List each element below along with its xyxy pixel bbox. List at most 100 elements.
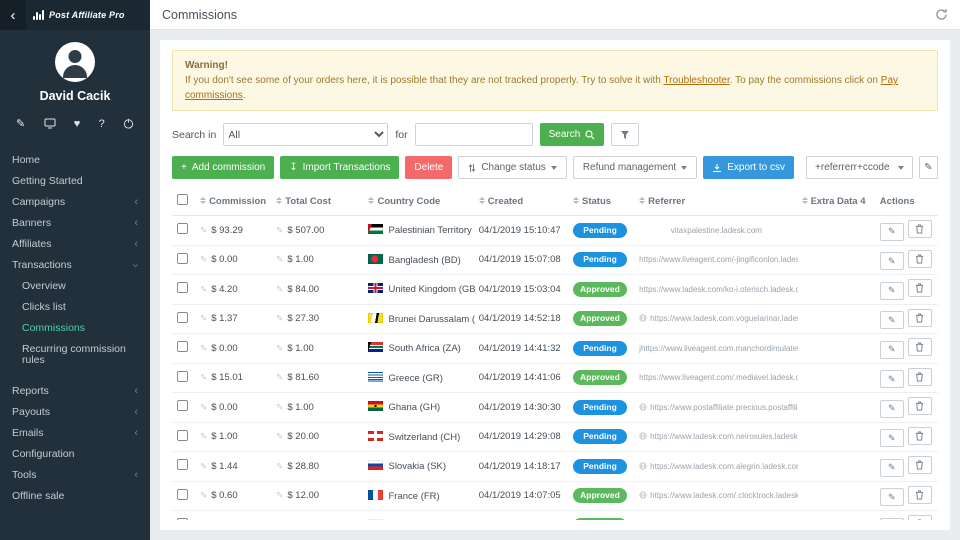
sidebar-item-reports[interactable]: Reports‹ [0,381,150,402]
edit-inline-icon[interactable]: ✎ [276,461,283,471]
row-checkbox[interactable] [177,459,188,470]
column-header-country-code[interactable]: Country Code [364,187,474,216]
edit-row-button[interactable]: ✎ [880,223,904,241]
edit-inline-icon[interactable]: ✎ [200,490,207,500]
refund-management-dropdown[interactable]: Refund management [573,156,697,179]
row-checkbox[interactable] [177,430,188,441]
edit-row-button[interactable]: ✎ [880,341,904,359]
filter-button[interactable] [611,123,639,146]
row-checkbox[interactable] [177,400,188,411]
sidebar-item-home[interactable]: Home [0,150,150,171]
delete-row-button[interactable] [908,486,932,504]
edit-inline-icon[interactable]: ✎ [200,225,207,235]
row-checkbox[interactable] [177,518,188,520]
edit-inline-icon[interactable]: ✎ [276,431,283,441]
sidebar-item-configuration[interactable]: Configuration [0,444,150,465]
edit-row-button[interactable]: ✎ [880,400,904,418]
import-transactions-button[interactable]: ↧ Import Transactions [280,156,399,179]
edit-inline-icon[interactable]: ✎ [276,313,283,323]
edit-row-button[interactable]: ✎ [880,282,904,300]
delete-row-button[interactable] [908,397,932,415]
add-commission-button[interactable]: + Add commission [172,156,274,179]
column-header-status[interactable]: Status [569,187,635,216]
troubleshooter-link[interactable]: Troubleshooter [663,75,729,86]
export-csv-button[interactable]: Export to csv [703,156,794,179]
avatar[interactable] [55,42,95,82]
row-checkbox[interactable] [177,341,188,352]
delete-row-button[interactable] [908,427,932,445]
edit-row-button[interactable]: ✎ [880,488,904,506]
row-checkbox[interactable] [177,223,188,234]
sidebar-item-offline-sale[interactable]: Offline sale [0,486,150,507]
collapse-sidebar-button[interactable]: ‹ [0,0,26,30]
delete-button[interactable]: Delete [405,156,452,179]
search-input[interactable] [415,123,533,146]
edit-inline-icon[interactable]: ✎ [200,402,207,412]
delete-row-button[interactable] [908,515,932,520]
sidebar-item-campaigns[interactable]: Campaigns‹ [0,192,150,213]
power-icon[interactable] [123,118,134,129]
delete-row-button[interactable] [908,368,932,386]
edit-profile-icon[interactable]: ✎ [16,117,25,130]
column-header-created[interactable]: Created [475,187,569,216]
sidebar-item-banners[interactable]: Banners‹ [0,213,150,234]
edit-inline-icon[interactable]: ✎ [200,461,207,471]
heart-icon[interactable]: ♥ [74,118,81,130]
trash-icon [915,372,924,382]
edit-row-button[interactable]: ✎ [880,311,904,329]
sidebar-item-emails[interactable]: Emails‹ [0,423,150,444]
refresh-button[interactable] [935,8,948,21]
edit-inline-icon[interactable]: ✎ [200,343,207,353]
sidebar-item-overview[interactable]: Overview [0,276,150,297]
edit-inline-icon[interactable]: ✎ [276,284,283,294]
edit-row-button[interactable]: ✎ [880,518,904,521]
monitor-icon[interactable] [44,118,56,129]
delete-row-button[interactable] [908,309,932,327]
edit-inline-icon[interactable]: ✎ [200,372,207,382]
column-header-extra-data-4[interactable]: Extra Data 4 [798,187,876,216]
sidebar-item-transactions[interactable]: Transactions‹ [0,255,150,276]
help-icon[interactable]: ? [99,118,105,130]
sidebar-item-payouts[interactable]: Payouts‹ [0,402,150,423]
row-checkbox[interactable] [177,312,188,323]
edit-columns-button[interactable]: ✎ [919,156,938,179]
sidebar-item-commissions[interactable]: Commissions [0,318,150,339]
sidebar-item-clicks-list[interactable]: Clicks list [0,297,150,318]
change-status-dropdown[interactable]: Change status [458,156,567,179]
row-checkbox[interactable] [177,253,188,264]
edit-inline-icon[interactable]: ✎ [200,313,207,323]
row-checkbox[interactable] [177,282,188,293]
columns-select[interactable]: +referrerr+ccode [806,156,913,179]
edit-row-button[interactable]: ✎ [880,370,904,388]
column-header-referrer[interactable]: Referrer [635,187,797,216]
edit-inline-icon[interactable]: ✎ [276,254,283,264]
edit-inline-icon[interactable]: ✎ [200,284,207,294]
delete-row-button[interactable] [908,456,932,474]
select-all-checkbox[interactable] [177,194,188,205]
trash-icon [915,460,924,470]
edit-inline-icon[interactable]: ✎ [276,402,283,412]
edit-inline-icon[interactable]: ✎ [200,431,207,441]
sidebar-item-tools[interactable]: Tools‹ [0,465,150,486]
search-button[interactable]: Search [540,123,605,146]
sidebar-item-getting-started[interactable]: Getting Started [0,171,150,192]
column-header-total-cost[interactable]: Total Cost [272,187,364,216]
row-checkbox[interactable] [177,489,188,500]
delete-row-button[interactable] [908,220,932,238]
sidebar-item-recurring-commission-rules[interactable]: Recurring commission rules [0,339,150,371]
edit-inline-icon[interactable]: ✎ [276,343,283,353]
sidebar-item-affiliates[interactable]: Affiliates‹ [0,234,150,255]
delete-row-button[interactable] [908,250,932,268]
edit-row-button[interactable]: ✎ [880,459,904,477]
edit-inline-icon[interactable]: ✎ [276,225,283,235]
column-header-commission[interactable]: Commission [196,187,272,216]
search-in-select[interactable]: All [223,123,388,146]
edit-row-button[interactable]: ✎ [880,252,904,270]
delete-row-button[interactable] [908,338,932,356]
edit-inline-icon[interactable]: ✎ [276,490,283,500]
edit-inline-icon[interactable]: ✎ [276,372,283,382]
delete-row-button[interactable] [908,279,932,297]
row-checkbox[interactable] [177,371,188,382]
edit-inline-icon[interactable]: ✎ [200,254,207,264]
edit-row-button[interactable]: ✎ [880,429,904,447]
